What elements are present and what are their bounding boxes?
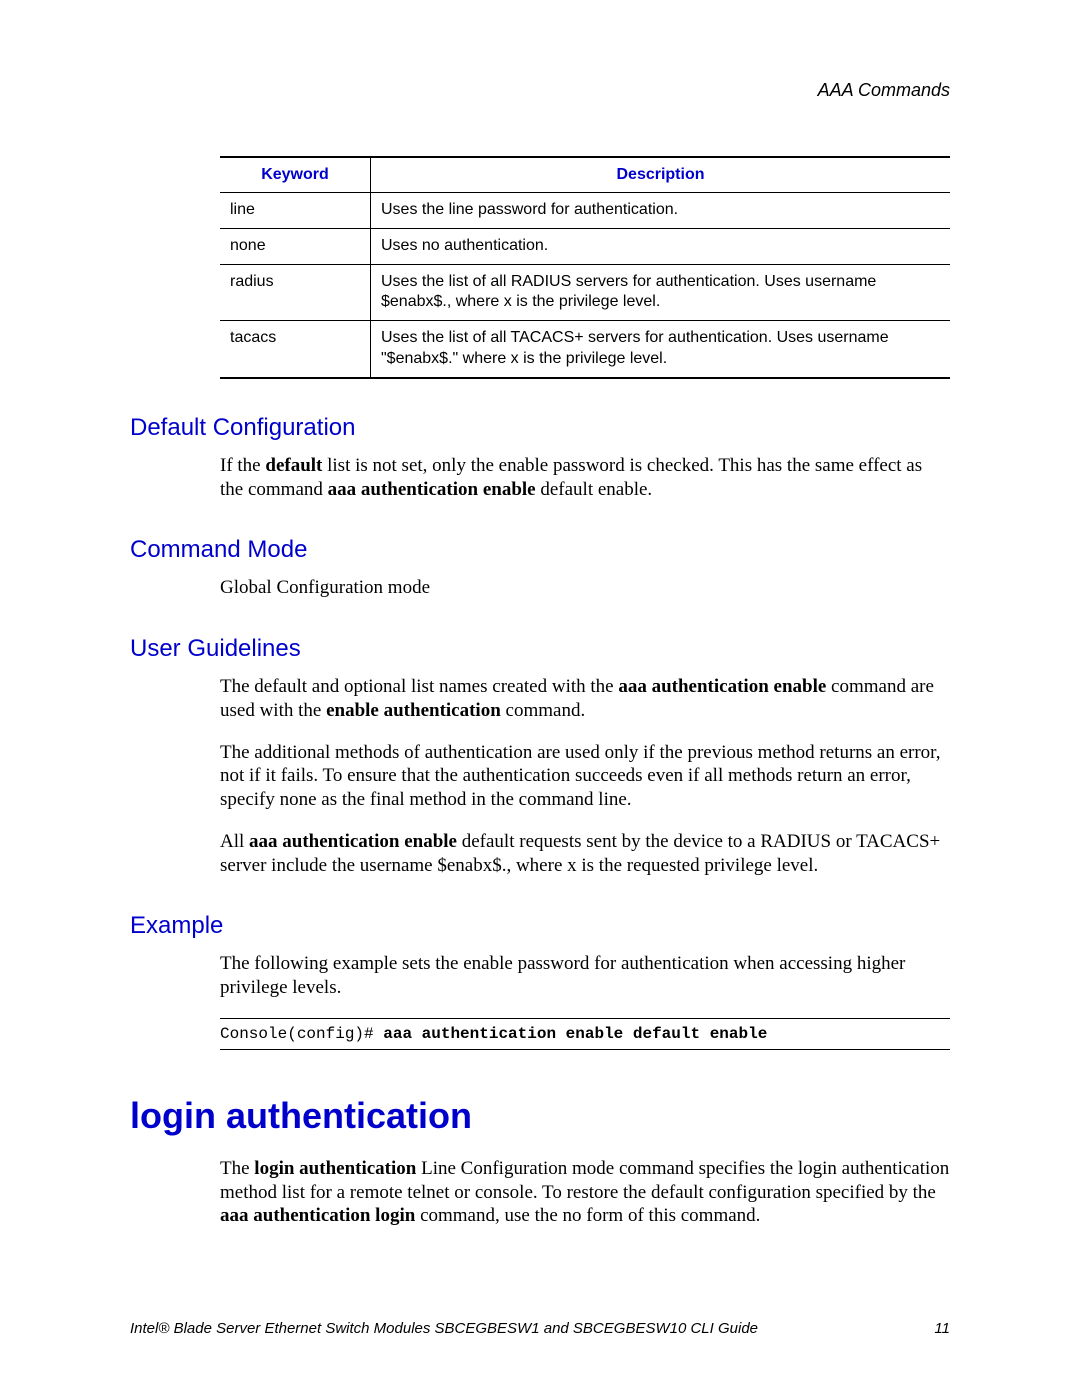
code-command: aaa authentication enable default enable [383,1025,767,1043]
heading-example: Example [130,912,950,940]
cell-description: Uses the list of all RADIUS servers for … [371,264,951,321]
text: The default and optional list names crea… [220,676,618,697]
keyword-table: Keyword Description line Uses the line p… [220,156,950,379]
cell-description: Uses the list of all TACACS+ servers for… [371,321,951,378]
paragraph: The following example sets the enable pa… [220,952,950,1000]
heading-login-authentication: login authentication [130,1095,950,1137]
table-row: none Uses no authentication. [220,228,950,264]
text: command. [501,700,585,721]
heading-command-mode: Command Mode [130,536,950,564]
text: default enable. [536,479,653,500]
paragraph: All aaa authentication enable default re… [220,830,950,878]
table-header-row: Keyword Description [220,157,950,193]
code-prompt: Console(config)# [220,1025,383,1043]
col-header-keyword: Keyword [220,157,371,193]
cell-description: Uses no authentication. [371,228,951,264]
table-row: tacacs Uses the list of all TACACS+ serv… [220,321,950,378]
text: The [220,1158,254,1179]
text: If the [220,455,265,476]
page-number: 11 [934,1320,950,1337]
paragraph: The additional methods of authentication… [220,741,950,812]
paragraph: The default and optional list names crea… [220,675,950,723]
document-page: AAA Commands Keyword Description line Us… [0,0,1080,1397]
heading-default-configuration: Default Configuration [130,414,950,442]
cell-description: Uses the line password for authenticatio… [371,193,951,229]
bold-text: aaa authentication enable [618,676,826,697]
bold-text: enable authentication [326,700,501,721]
col-header-description: Description [371,157,951,193]
bold-text: aaa authentication enable [328,479,536,500]
text: command, use the no form of this command… [415,1205,760,1226]
bold-text: aaa authentication login [220,1205,415,1226]
paragraph: If the default list is not set, only the… [220,454,950,502]
text: All [220,831,249,852]
cell-keyword: line [220,193,371,229]
page-footer: Intel® Blade Server Ethernet Switch Modu… [130,1320,950,1337]
bold-text: default [265,455,322,476]
bold-text: aaa authentication enable [249,831,457,852]
heading-user-guidelines: User Guidelines [130,635,950,663]
cell-keyword: none [220,228,371,264]
table-row: line Uses the line password for authenti… [220,193,950,229]
paragraph: The login authentication Line Configurat… [220,1157,950,1228]
cell-keyword: tacacs [220,321,371,378]
footer-title: Intel® Blade Server Ethernet Switch Modu… [130,1320,758,1337]
bold-text: login authentication [254,1158,416,1179]
running-header: AAA Commands [130,80,950,101]
table-row: radius Uses the list of all RADIUS serve… [220,264,950,321]
code-example: Console(config)# aaa authentication enab… [220,1018,950,1050]
cell-keyword: radius [220,264,371,321]
paragraph: Global Configuration mode [220,576,950,600]
